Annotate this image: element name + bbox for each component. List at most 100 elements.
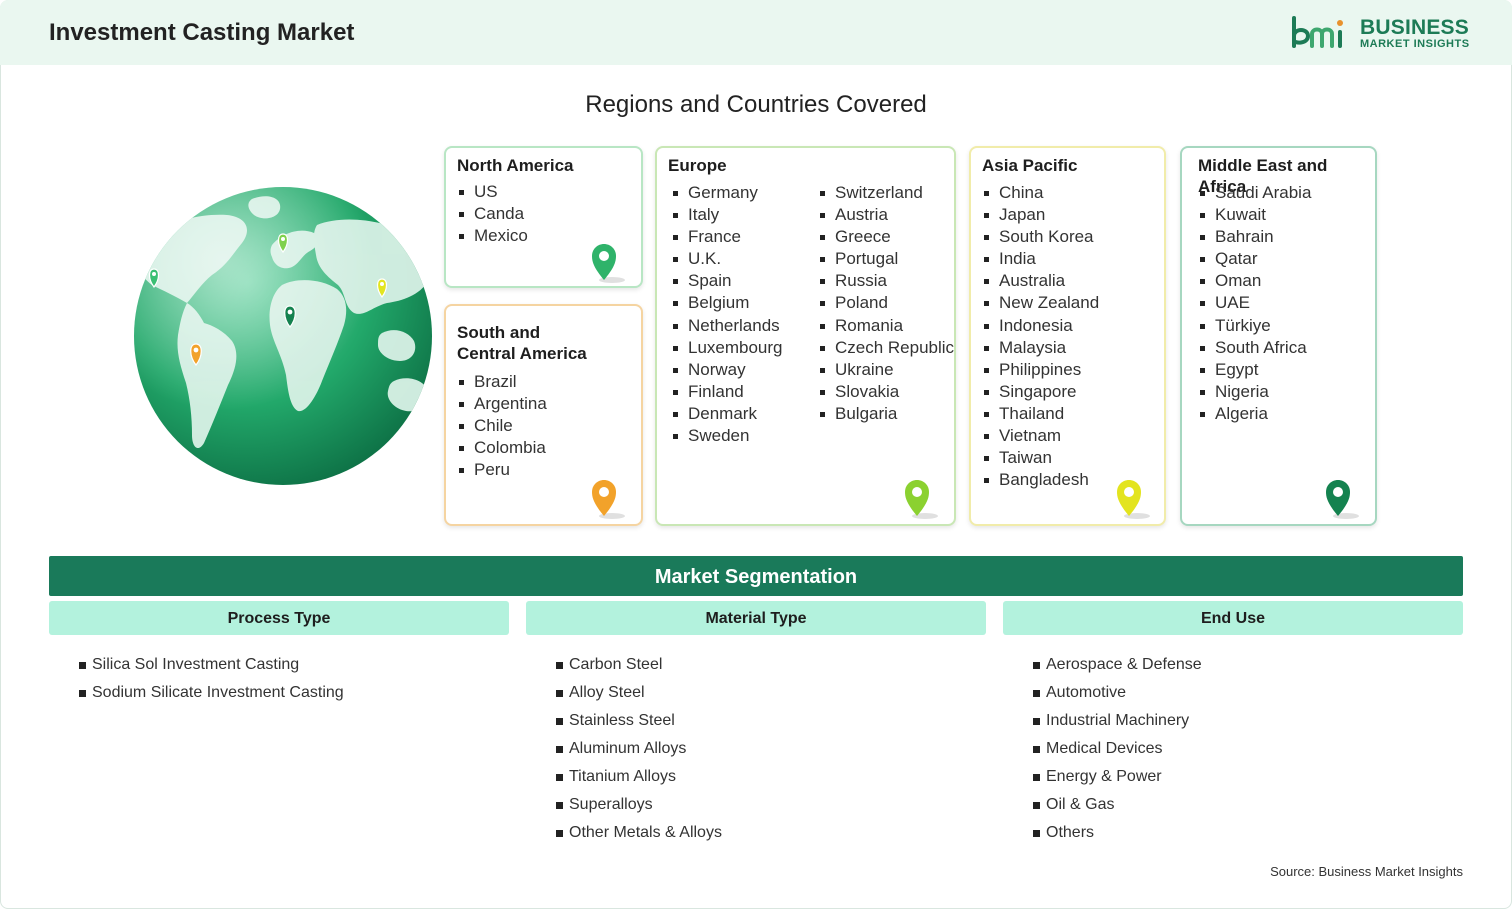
list-item: France xyxy=(671,226,783,248)
region-card-south-central-america: South and Central America Brazil Argenti… xyxy=(444,304,643,526)
list-item: Russia xyxy=(818,270,954,292)
map-pin-icon xyxy=(592,480,625,519)
map-pin-icon xyxy=(592,244,625,283)
pin-shape xyxy=(592,480,616,516)
list-item: Brazil xyxy=(457,371,547,393)
list-item: US xyxy=(457,181,528,203)
market-segmentation-banner: Market Segmentation xyxy=(49,556,1463,596)
list-item: Thailand xyxy=(982,403,1099,425)
region-card-europe: Europe Germany Italy France U.K. Spain B… xyxy=(655,146,956,526)
region-title-south-central-america: South and Central America xyxy=(457,322,587,364)
list-item: Alloy Steel xyxy=(556,679,722,707)
segment-header-process-type: Process Type xyxy=(49,601,509,635)
segment-header-material-type: Material Type xyxy=(526,601,986,635)
segment-header-end-use: End Use xyxy=(1003,601,1463,635)
list-item: Australia xyxy=(982,270,1099,292)
list-item: Other Metals & Alloys xyxy=(556,819,722,847)
list-item: Malaysia xyxy=(982,337,1099,359)
list-item: Romania xyxy=(818,315,954,337)
list-item: Others xyxy=(1033,819,1202,847)
country-list-asia-pacific: China Japan South Korea India Australia … xyxy=(982,182,1099,491)
list-item: Algeria xyxy=(1198,403,1311,425)
list-item: Superalloys xyxy=(556,791,722,819)
region-title-europe: Europe xyxy=(668,156,727,175)
list-item: Oman xyxy=(1198,270,1311,292)
region-title-line1: South and xyxy=(457,323,541,342)
list-item: Titanium Alloys xyxy=(556,763,722,791)
list-item: Aluminum Alloys xyxy=(556,735,722,763)
logo-word-business: BUSINESS xyxy=(1360,16,1469,39)
list-item: Egypt xyxy=(1198,359,1311,381)
list-item: Taiwan xyxy=(982,447,1099,469)
region-card-asia-pacific: Asia Pacific China Japan South Korea Ind… xyxy=(969,146,1166,526)
regions-title: Regions and Countries Covered xyxy=(585,91,927,118)
globe-icon xyxy=(134,187,432,485)
map-pin-icon xyxy=(1326,480,1359,519)
page-title: Investment Casting Market xyxy=(49,19,355,46)
list-item: Philippines xyxy=(982,359,1099,381)
country-list-south-central-america: Brazil Argentina Chile Colombia Peru xyxy=(457,371,547,481)
list-item: Saudi Arabia xyxy=(1198,182,1311,204)
pin-shape xyxy=(592,244,616,280)
source-note: Source: Business Market Insights xyxy=(1270,864,1463,879)
list-item: Italy xyxy=(671,204,783,226)
list-item: U.K. xyxy=(671,248,783,270)
logo-word-market-insights: MARKET INSIGHTS xyxy=(1360,38,1470,50)
region-card-north-america: North America US Canda Mexico xyxy=(444,146,643,288)
list-item: South Africa xyxy=(1198,337,1311,359)
list-item: Argentina xyxy=(457,393,547,415)
list-item: UAE xyxy=(1198,292,1311,314)
list-item: Norway xyxy=(671,359,783,381)
list-item: Medical Devices xyxy=(1033,735,1202,763)
list-item: Kuwait xyxy=(1198,204,1311,226)
list-item: Peru xyxy=(457,459,547,481)
list-item: Bahrain xyxy=(1198,226,1311,248)
logo: BUSINESS MARKET INSIGHTS xyxy=(1290,14,1470,54)
list-item: Carbon Steel xyxy=(556,651,722,679)
list-item: Spain xyxy=(671,270,783,292)
list-item: Finland xyxy=(671,381,783,403)
pin-shape xyxy=(1326,480,1350,516)
list-item: Poland xyxy=(818,292,954,314)
country-list-europe-col1: Germany Italy France U.K. Spain Belgium … xyxy=(671,182,783,447)
map-pin-icon xyxy=(905,480,938,519)
list-item: Singapore xyxy=(982,381,1099,403)
list-item: Germany xyxy=(671,182,783,204)
country-list-middle-east-africa: Saudi Arabia Kuwait Bahrain Qatar Oman U… xyxy=(1198,182,1311,425)
list-item: Vietnam xyxy=(982,425,1099,447)
map-pin-icon xyxy=(1117,480,1150,519)
list-item: Ukraine xyxy=(818,359,954,381)
list-item: Denmark xyxy=(671,403,783,425)
list-item: Japan xyxy=(982,204,1099,226)
list-item: Türkiye xyxy=(1198,315,1311,337)
segment-list-material-type: Carbon Steel Alloy Steel Stainless Steel… xyxy=(556,651,722,847)
list-item: Oil & Gas xyxy=(1033,791,1202,819)
list-item: Silica Sol Investment Casting xyxy=(79,651,344,679)
list-item: Canda xyxy=(457,203,528,225)
list-item: Mexico xyxy=(457,225,528,247)
globe-illustration xyxy=(132,185,434,487)
bmi-logo-icon xyxy=(1292,16,1343,48)
list-item: Industrial Machinery xyxy=(1033,707,1202,735)
list-item: Greece xyxy=(818,226,954,248)
list-item: South Korea xyxy=(982,226,1099,248)
list-item: Luxembourg xyxy=(671,337,783,359)
list-item: Stainless Steel xyxy=(556,707,722,735)
list-item: Switzerland xyxy=(818,182,954,204)
list-item: Bangladesh xyxy=(982,469,1099,491)
segment-list-end-use: Aerospace & Defense Automotive Industria… xyxy=(1033,651,1202,847)
header: Investment Casting Market BUSINESS MARKE… xyxy=(0,0,1512,65)
country-list-north-america: US Canda Mexico xyxy=(457,181,528,247)
list-item: Colombia xyxy=(457,437,547,459)
pin-shape xyxy=(1117,480,1141,516)
list-item: Netherlands xyxy=(671,315,783,337)
list-item: Sweden xyxy=(671,425,783,447)
country-list-europe-col2: Switzerland Austria Greece Portugal Russ… xyxy=(818,182,954,425)
segment-list-process-type: Silica Sol Investment Casting Sodium Sil… xyxy=(79,651,344,707)
region-title-line2: Central America xyxy=(457,344,587,363)
region-title-north-america: North America xyxy=(457,156,574,175)
list-item: India xyxy=(982,248,1099,270)
list-item: Qatar xyxy=(1198,248,1311,270)
list-item: Aerospace & Defense xyxy=(1033,651,1202,679)
list-item: Nigeria xyxy=(1198,381,1311,403)
